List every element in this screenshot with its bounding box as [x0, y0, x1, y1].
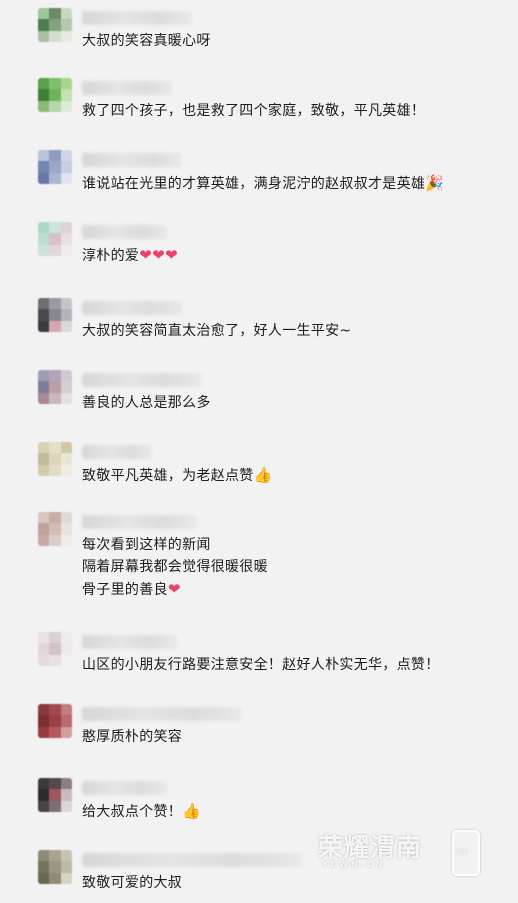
- username[interactable]: [82, 225, 167, 239]
- avatar[interactable]: [38, 222, 72, 256]
- heart-icon: ❤: [167, 580, 181, 598]
- avatar[interactable]: [38, 370, 72, 404]
- comment-text: 憨厚质朴的笑容: [82, 729, 183, 745]
- comment-text: 善良的人总是那么多: [82, 395, 211, 411]
- avatar[interactable]: [38, 704, 72, 738]
- phone-icon: APP: [452, 830, 480, 876]
- avatar[interactable]: [38, 150, 72, 184]
- comment-text: 山区的小朋友行路要注意安全！赵好人朴实无华，点赞！: [82, 657, 440, 673]
- username[interactable]: [82, 515, 197, 529]
- comment-text: 每次看到这样的新闻 隔着屏幕我都会觉得很暖很暖 骨子里的善良❤: [82, 537, 268, 598]
- avatar[interactable]: [38, 78, 72, 112]
- avatar[interactable]: [38, 442, 72, 476]
- username[interactable]: [82, 853, 302, 867]
- username[interactable]: [82, 11, 192, 25]
- thumbs-up-icon: 👍: [182, 802, 202, 820]
- avatar[interactable]: [38, 8, 72, 42]
- avatar[interactable]: [38, 850, 72, 884]
- heart-icon: ❤❤❤: [139, 246, 178, 264]
- username[interactable]: [82, 781, 167, 795]
- watermark-logo: 荣耀渭南 YEWN.CN APP: [318, 826, 483, 878]
- comment-text: 淳朴的爱❤❤❤: [82, 246, 178, 264]
- comment-text: 大叔的笑容简直太治愈了，好人一生平安~: [82, 323, 352, 339]
- username[interactable]: [82, 635, 177, 649]
- watermark-title: 荣耀渭南: [318, 833, 423, 862]
- comment-text: 救了四个孩子，也是救了四个家庭，致敬，平凡英雄！: [82, 103, 426, 119]
- comment-text: 谁说站在光里的才算英雄，满身泥泞的赵叔叔才是英雄🎉: [82, 174, 445, 192]
- comment-text: 致敬平凡英雄，为老赵点赞👍: [82, 466, 273, 484]
- username[interactable]: [82, 373, 202, 387]
- comment-text: 大叔的笑容真暖心呀: [82, 33, 211, 49]
- username[interactable]: [82, 707, 242, 721]
- avatar[interactable]: [38, 298, 72, 332]
- party-popper-icon: 🎉: [425, 174, 445, 192]
- username[interactable]: [82, 153, 182, 167]
- thumbs-up-icon: 👍: [253, 466, 273, 484]
- username[interactable]: [82, 445, 152, 459]
- avatar[interactable]: [38, 778, 72, 812]
- username[interactable]: [82, 301, 182, 315]
- comment-text: 给大叔点个赞！👍: [82, 802, 202, 820]
- avatar[interactable]: [38, 512, 72, 546]
- watermark-url: YEWN.CN: [322, 860, 386, 869]
- avatar[interactable]: [38, 632, 72, 666]
- username[interactable]: [82, 81, 172, 95]
